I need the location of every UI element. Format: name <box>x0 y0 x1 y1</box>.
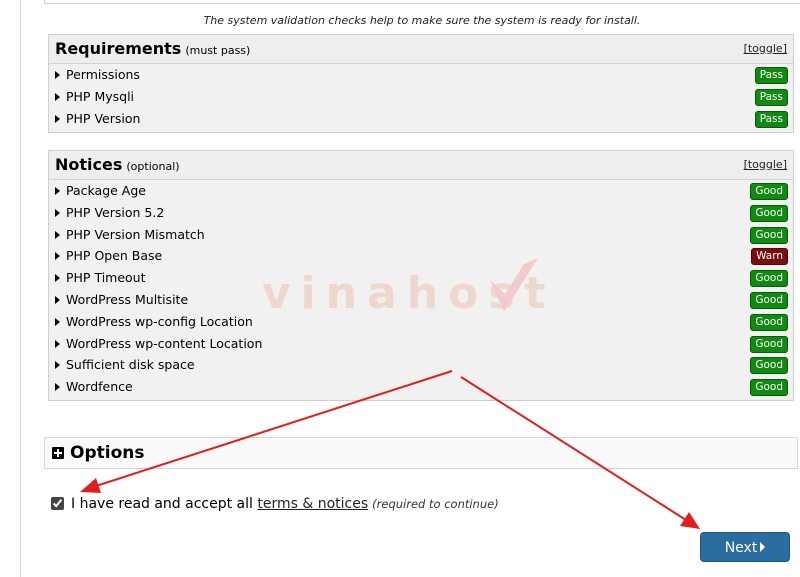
check-label: Package Age <box>66 183 146 198</box>
accept-terms-row: I have read and accept all terms & notic… <box>51 496 499 512</box>
notices-header: Notices (optional) [toggle] <box>49 151 793 180</box>
next-button[interactable]: Next <box>700 532 790 562</box>
expand-caret-icon[interactable] <box>55 317 60 326</box>
expand-plus-icon[interactable] <box>52 447 64 459</box>
accept-terms-text: I have read and accept all <box>71 496 253 512</box>
status-badge: Good <box>750 291 788 309</box>
accept-terms-checkbox[interactable] <box>51 497 64 510</box>
requirements-panel: Requirements (must pass) [toggle] Permiss… <box>48 34 794 133</box>
status-badge: Pass <box>754 67 788 84</box>
check-row[interactable]: Wordfence Good <box>49 376 793 398</box>
expand-caret-icon[interactable] <box>55 339 60 348</box>
caret-right-icon <box>760 542 766 552</box>
status-badge: Pass <box>754 110 788 128</box>
check-label: Permissions <box>66 67 140 82</box>
next-button-label: Next <box>724 540 758 556</box>
check-row[interactable]: PHP Version Mismatch Good <box>49 224 793 246</box>
expand-caret-icon[interactable] <box>55 230 60 239</box>
check-label: PHP Timeout <box>66 270 146 286</box>
check-label: WordPress Multisite <box>66 291 189 307</box>
required-note: (required to continue) <box>372 497 499 511</box>
vinahost-watermark: vinahost <box>262 258 546 319</box>
check-label: WordPress wp-content Location <box>66 335 263 351</box>
expand-caret-icon[interactable] <box>55 274 60 283</box>
check-label: PHP Version <box>66 110 141 126</box>
intro-text: The system validation checks help to mak… <box>203 14 641 27</box>
check-label: PHP Version Mismatch <box>66 226 205 242</box>
expand-caret-icon[interactable] <box>55 208 60 217</box>
arrow-head-checkbox-icon <box>80 478 101 493</box>
status-badge: Good <box>750 204 788 222</box>
requirements-list: Permissions Pass PHP Mysqli Pass PHP Version… <box>49 64 793 129</box>
expand-caret-icon[interactable] <box>55 295 60 304</box>
requirements-subtitle: (must pass) <box>185 44 251 57</box>
check-row[interactable]: Permissions Pass <box>49 64 793 86</box>
status-badge: Good <box>750 226 788 244</box>
check-row[interactable]: PHP Mysqli Pass <box>49 86 793 108</box>
previous-section-edge <box>44 0 800 4</box>
status-badge: Good <box>750 379 788 397</box>
page-left-border <box>20 0 21 577</box>
requirements-title: Requirements (must pass) <box>55 39 251 58</box>
check-row[interactable]: PHP Version Pass <box>49 108 793 130</box>
notices-subtitle: (optional) <box>126 160 180 173</box>
options-title[interactable]: Options <box>70 443 144 463</box>
arrow-head-next-icon <box>680 512 700 529</box>
status-badge: Pass <box>754 88 788 106</box>
check-row[interactable]: PHP Version 5.2 Good <box>49 202 793 224</box>
expand-caret-icon[interactable] <box>55 114 60 123</box>
expand-caret-icon[interactable] <box>55 361 60 370</box>
requirements-header: Requirements (must pass) [toggle] <box>49 35 793 64</box>
expand-caret-icon[interactable] <box>55 187 60 195</box>
options-section[interactable]: Options <box>44 437 798 469</box>
check-row[interactable]: WordPress wp-content Location Good <box>49 333 793 355</box>
check-row[interactable]: Package Age Good <box>49 180 793 202</box>
notices-title: Notices (optional) <box>55 155 180 174</box>
check-label: PHP Version 5.2 <box>66 204 165 220</box>
expand-caret-icon[interactable] <box>55 383 60 392</box>
check-label: Sufficient disk space <box>66 357 195 373</box>
expand-caret-icon[interactable] <box>55 252 60 261</box>
requirements-toggle-link[interactable]: [toggle] <box>744 42 787 55</box>
check-label: Wordfence <box>66 379 133 395</box>
check-label: PHP Mysqli <box>66 88 135 104</box>
check-row[interactable]: Sufficient disk space Good <box>49 354 793 376</box>
status-badge: Good <box>750 357 788 375</box>
terms-notices-link[interactable]: terms & notices <box>257 496 368 512</box>
status-badge: Good <box>750 335 788 353</box>
status-badge: Good <box>750 270 788 288</box>
check-label: WordPress wp-config Location <box>66 313 253 329</box>
status-badge: Good <box>750 183 788 200</box>
status-badge: Good <box>750 313 788 331</box>
status-badge: Warn <box>751 248 788 266</box>
expand-caret-icon[interactable] <box>55 92 60 101</box>
notices-toggle-link[interactable]: [toggle] <box>744 158 787 171</box>
expand-caret-icon[interactable] <box>55 71 60 79</box>
check-label: PHP Open Base <box>66 248 163 264</box>
